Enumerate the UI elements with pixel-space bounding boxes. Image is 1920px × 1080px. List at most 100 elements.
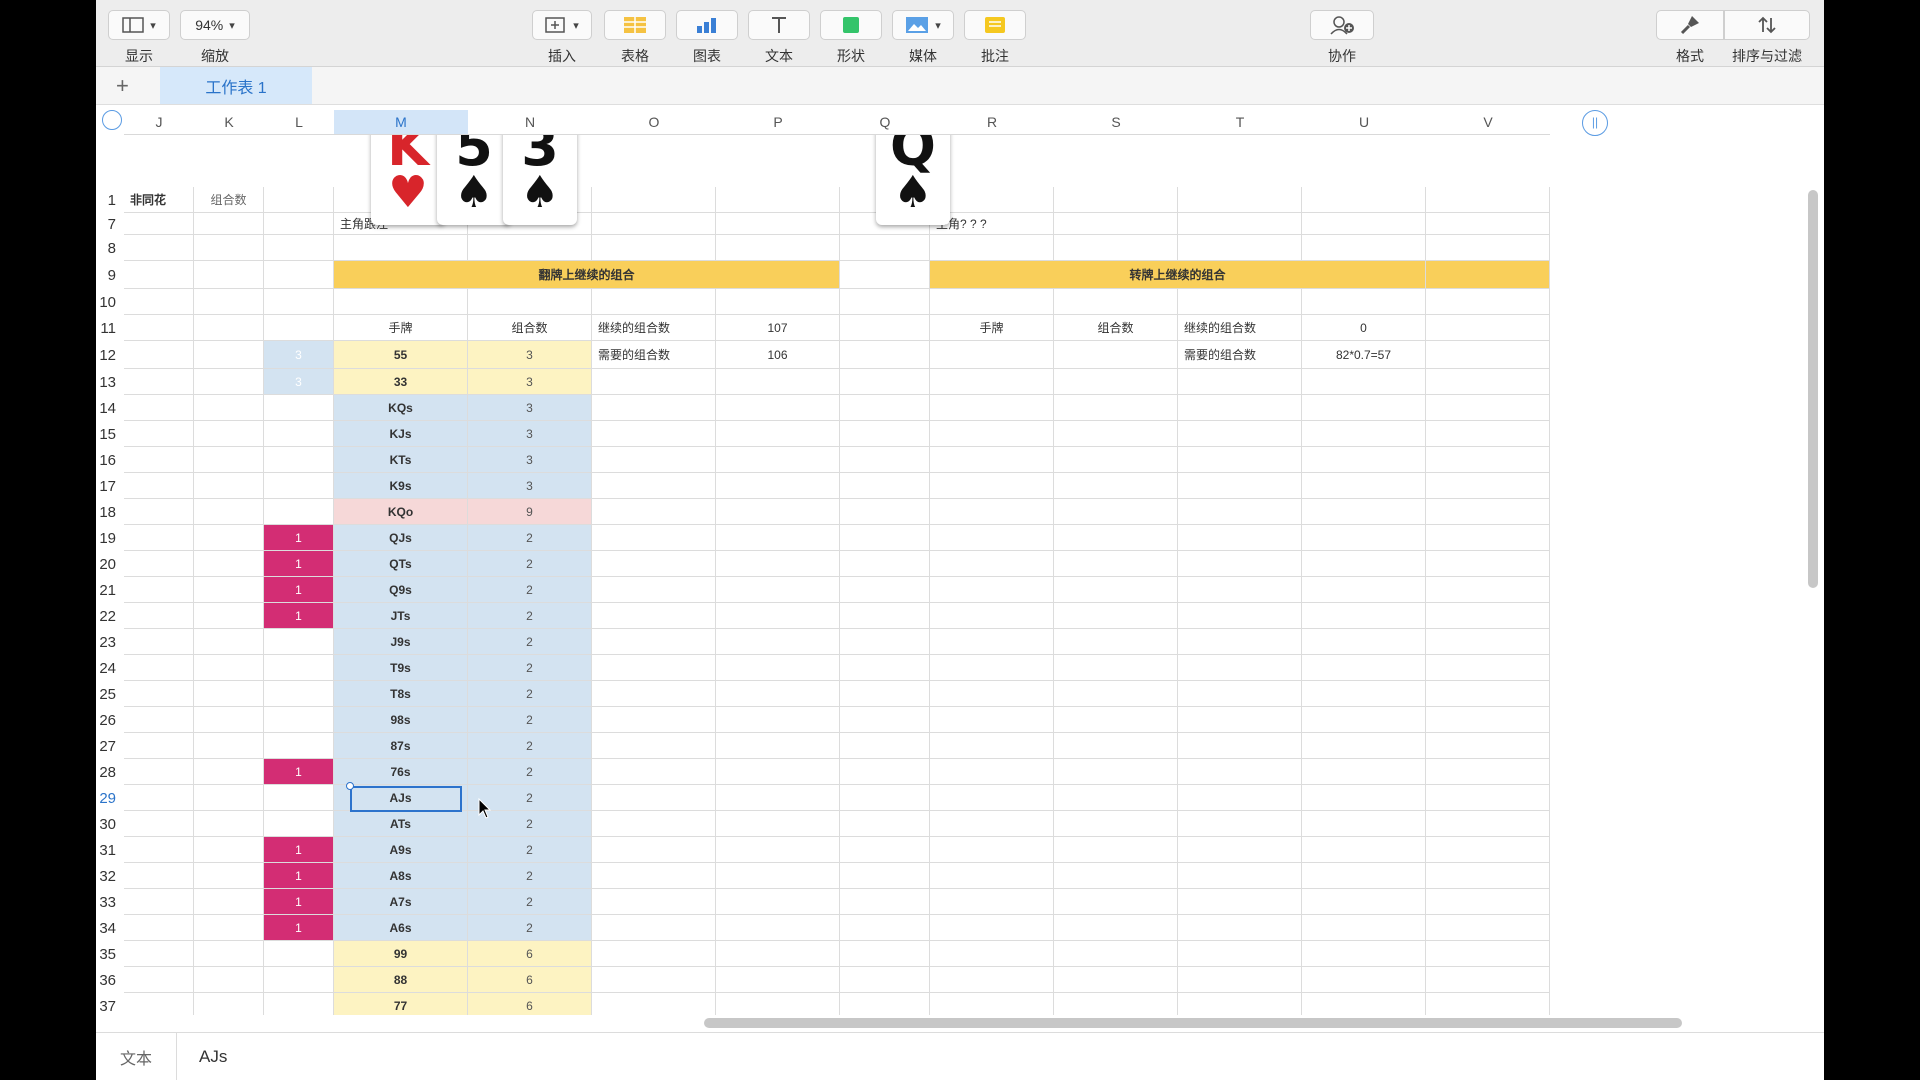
hand-cell[interactable]: 99	[334, 941, 468, 967]
cell-S15[interactable]	[1054, 421, 1178, 447]
cell-P33[interactable]	[716, 889, 840, 915]
turn-section-header[interactable]: 转牌上继续的组合	[930, 261, 1426, 289]
cell-O24[interactable]	[592, 655, 716, 681]
cell-V31[interactable]	[1426, 837, 1550, 863]
cell-P29[interactable]	[716, 785, 840, 811]
cell-P7[interactable]	[716, 213, 840, 235]
match-count-cell[interactable]: 1	[264, 525, 334, 551]
add-sheet-button[interactable]: +	[116, 73, 129, 99]
combo-count-cell[interactable]: 3	[468, 421, 592, 447]
cell-R24[interactable]	[930, 655, 1054, 681]
row-number-13[interactable]: 13	[96, 374, 116, 391]
cell-J30[interactable]	[124, 811, 194, 837]
cell-O17[interactable]	[592, 473, 716, 499]
cell-S36[interactable]	[1054, 967, 1178, 993]
cell-U18[interactable]	[1302, 499, 1426, 525]
cell-O31[interactable]	[592, 837, 716, 863]
cell-P34[interactable]	[716, 915, 840, 941]
cell-U27[interactable]	[1302, 733, 1426, 759]
cell-R36[interactable]	[930, 967, 1054, 993]
cell-P27[interactable]	[716, 733, 840, 759]
match-count-cell[interactable]	[264, 629, 334, 655]
cell-Q31[interactable]	[840, 837, 930, 863]
cell-V32[interactable]	[1426, 863, 1550, 889]
cell-O29[interactable]	[592, 785, 716, 811]
combo-count-cell[interactable]: 2	[468, 629, 592, 655]
cell-V35[interactable]	[1426, 941, 1550, 967]
cell-U7[interactable]	[1302, 213, 1426, 235]
cell-S32[interactable]	[1054, 863, 1178, 889]
row-number-26[interactable]: 26	[96, 712, 116, 729]
cell-K37[interactable]	[194, 993, 264, 1015]
match-count-cell[interactable]	[264, 395, 334, 421]
cell-K10[interactable]	[194, 289, 264, 315]
cell-S14[interactable]	[1054, 395, 1178, 421]
cell-V15[interactable]	[1426, 421, 1550, 447]
turn-needed-value[interactable]: 82*0.7=57	[1302, 341, 1426, 369]
cell-R35[interactable]	[930, 941, 1054, 967]
combo-count-cell[interactable]: 6	[468, 941, 592, 967]
cell-T30[interactable]	[1178, 811, 1302, 837]
cell-K11[interactable]	[194, 315, 264, 341]
cell-S34[interactable]	[1054, 915, 1178, 941]
flop-continue-value[interactable]: 107	[716, 315, 840, 341]
row-number-35[interactable]: 35	[96, 946, 116, 963]
combo-count-cell[interactable]: 3	[468, 341, 592, 369]
cell-R8[interactable]	[930, 235, 1054, 261]
hand-cell[interactable]: 76s	[334, 759, 468, 785]
row-number-19[interactable]: 19	[96, 530, 116, 547]
cell-R20[interactable]	[930, 551, 1054, 577]
cell-R18[interactable]	[930, 499, 1054, 525]
cell-U35[interactable]	[1302, 941, 1426, 967]
cell-K18[interactable]	[194, 499, 264, 525]
combo-count-cell[interactable]: 9	[468, 499, 592, 525]
cell-O10[interactable]	[592, 289, 716, 315]
cell-J28[interactable]	[124, 759, 194, 785]
cell-V11[interactable]	[1426, 315, 1550, 341]
match-count-cell[interactable]	[264, 993, 334, 1015]
cell-V30[interactable]	[1426, 811, 1550, 837]
cell-Q25[interactable]	[840, 681, 930, 707]
cell-J17[interactable]	[124, 473, 194, 499]
cell-P31[interactable]	[716, 837, 840, 863]
cell-S28[interactable]	[1054, 759, 1178, 785]
freeze-columns-button[interactable]: ||	[1582, 110, 1608, 136]
cell-V33[interactable]	[1426, 889, 1550, 915]
cell-U37[interactable]	[1302, 993, 1426, 1015]
cell-S17[interactable]	[1054, 473, 1178, 499]
cell-Q10[interactable]	[840, 289, 930, 315]
header-cell-L[interactable]	[264, 187, 334, 213]
format-button[interactable]: 格式	[1656, 10, 1724, 66]
cell-V27[interactable]	[1426, 733, 1550, 759]
cell-O27[interactable]	[592, 733, 716, 759]
cell-P35[interactable]	[716, 941, 840, 967]
cell-R16[interactable]	[930, 447, 1054, 473]
cell-R21[interactable]	[930, 577, 1054, 603]
cell-M8[interactable]	[334, 235, 468, 261]
cell-L8[interactable]	[264, 235, 334, 261]
table-button[interactable]: 表格	[604, 10, 666, 66]
chart-button[interactable]: 图表	[676, 10, 738, 66]
cell-Q26[interactable]	[840, 707, 930, 733]
selection-handle[interactable]	[346, 782, 354, 790]
cell-O30[interactable]	[592, 811, 716, 837]
cell-T17[interactable]	[1178, 473, 1302, 499]
cell-U16[interactable]	[1302, 447, 1426, 473]
cell-P30[interactable]	[716, 811, 840, 837]
row-number-24[interactable]: 24	[96, 660, 116, 677]
cell-T13[interactable]	[1178, 369, 1302, 395]
cell-P8[interactable]	[716, 235, 840, 261]
combo-count-cell[interactable]: 2	[468, 759, 592, 785]
cell-K7[interactable]	[194, 213, 264, 235]
row-number-10[interactable]: 10	[96, 294, 116, 311]
cell-O22[interactable]	[592, 603, 716, 629]
cell-O15[interactable]	[592, 421, 716, 447]
hand-cell[interactable]: K9s	[334, 473, 468, 499]
row-number-31[interactable]: 31	[96, 842, 116, 859]
cell-P17[interactable]	[716, 473, 840, 499]
cell-J11[interactable]	[124, 315, 194, 341]
flop-needed-value[interactable]: 106	[716, 341, 840, 369]
cell-S18[interactable]	[1054, 499, 1178, 525]
row-number-37[interactable]: 37	[96, 998, 116, 1015]
cell-P24[interactable]	[716, 655, 840, 681]
